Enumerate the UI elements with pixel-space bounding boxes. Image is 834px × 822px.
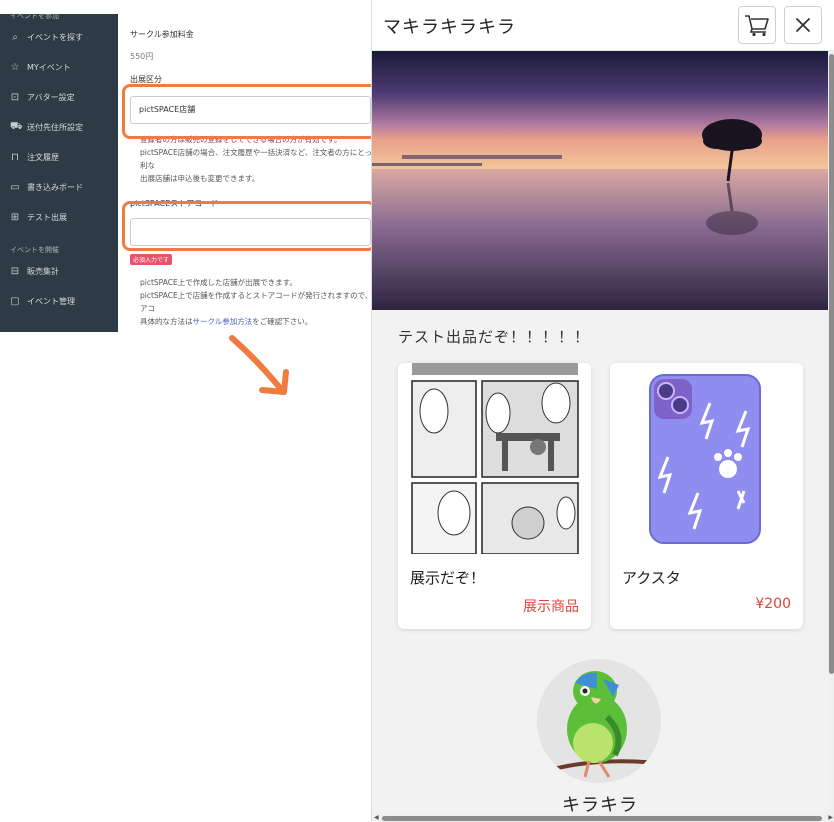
- settings-screenshot: イベントを参加 ⌕ イベントを探す ☆ MYイベント ⊡ アバター設定 ⛟ 送付…: [0, 14, 371, 332]
- sidebar-item-label: 注文履歴: [27, 152, 59, 162]
- help-line: 出展店舗は申込後も変更できます。: [140, 174, 260, 183]
- sidebar-item-sales-summary[interactable]: ⊟ 販売集計: [0, 256, 118, 286]
- exhibit-type-help: 登録者の方は販売の登録をしてできる場合の方が有効です。 pictSPACE店舗の…: [140, 133, 371, 185]
- chat-icon: ▭: [10, 181, 20, 193]
- shop-title: マキラキラキラ: [383, 17, 516, 38]
- folder-icon: ▢: [10, 295, 20, 307]
- star-icon: ☆: [10, 61, 20, 73]
- scroll-left-icon[interactable]: ◀: [374, 814, 379, 821]
- sidebar: イベントを参加 ⌕ イベントを探す ☆ MYイベント ⊡ アバター設定 ⛟ 送付…: [0, 14, 118, 332]
- sidebar-item-label: 書き込みボード: [27, 182, 83, 192]
- cart-button[interactable]: [738, 6, 776, 44]
- highlight-store-code: [122, 201, 376, 251]
- product-price: 展示商品: [523, 599, 579, 615]
- sidebar-item-avatar-settings[interactable]: ⊡ アバター設定: [0, 82, 118, 112]
- product-name: 展示だぞ！: [410, 569, 486, 587]
- sidebar-item-label: 販売集計: [27, 266, 59, 276]
- shop-header-image: [372, 51, 828, 310]
- horizontal-scrollbar[interactable]: ◀ ▶: [372, 814, 834, 822]
- avatar: [537, 659, 661, 783]
- help-line: pictSPACE上で作成した店舗が出展できます。: [140, 278, 297, 287]
- sidebar-item-label: 送付先住所設定: [27, 122, 83, 132]
- lock-icon: ⊡: [10, 91, 20, 103]
- product-card[interactable]: 展示だぞ！ 展示商品: [398, 363, 591, 629]
- help-text: をご確認下さい。: [252, 317, 313, 326]
- help-line: 具体的な方法はサークル参加方法をご確認下さい。: [140, 315, 371, 328]
- shop-popup: マキラキラキラ テスト出品だぞ！！！！！ 展示だぞ！ 展示商品 アクスタ ¥20…: [371, 0, 834, 822]
- sidebar-item-test-exhibit[interactable]: ⊞ テスト出展: [0, 202, 118, 232]
- sidebar-item-order-history[interactable]: ⊓ 注文履歴: [0, 142, 118, 172]
- sidebar-item-label: イベントを探す: [27, 32, 83, 42]
- product-image-phonecase: [610, 363, 803, 554]
- search-icon: ⌕: [12, 31, 18, 43]
- fee-value: 550円: [130, 52, 154, 61]
- truck-icon: ⛟: [10, 120, 23, 132]
- section-title: テスト出品だぞ！！！！！: [398, 328, 591, 346]
- scrollbar-thumb[interactable]: [829, 54, 834, 674]
- sidebar-item-label: アバター設定: [27, 92, 75, 102]
- vertical-scrollbar[interactable]: [828, 51, 834, 822]
- store-icon: ⊞: [10, 211, 20, 223]
- bag-icon: ⊓: [11, 151, 19, 163]
- cart-icon: [745, 15, 769, 37]
- circle-join-link[interactable]: サークル参加方法: [193, 317, 253, 326]
- close-icon: [796, 18, 810, 32]
- help-text: 具体的な方法は: [140, 317, 193, 326]
- arrow-annotation: [229, 335, 289, 395]
- sidebar-item-message-board[interactable]: ▭ 書き込みボード: [0, 172, 118, 202]
- shop-header: マキラキラキラ: [372, 0, 834, 51]
- sidebar-item-label: テスト出展: [27, 212, 67, 222]
- close-button[interactable]: [784, 6, 822, 44]
- circle-form: サークル参加料金 550円 出展区分 pictSPACE店舗 登録者の方は販売の…: [118, 14, 371, 332]
- scrollbar-thumb[interactable]: [382, 816, 822, 821]
- chart-icon: ⊟: [10, 265, 20, 277]
- help-line: pictSPACE店舗の場合、注文履歴や一括決済など、注文者の方にとって便利な: [140, 148, 371, 170]
- sidebar-item-search-events[interactable]: ⌕ イベントを探す: [0, 22, 118, 52]
- fee-label: サークル参加料金: [130, 30, 194, 39]
- sidebar-section-participation: イベントを参加: [10, 14, 59, 20]
- sidebar-item-my-events[interactable]: ☆ MYイベント: [0, 52, 118, 82]
- sidebar-item-label: イベント管理: [27, 296, 75, 306]
- help-line: pictSPACE上で店舗を作成するとストアコードが発行されますので、ストアコ: [140, 291, 371, 313]
- product-image-manga: [398, 363, 591, 554]
- sidebar-item-event-management[interactable]: ▢ イベント管理: [0, 286, 118, 316]
- sidebar-section-host: イベントを開催: [10, 246, 59, 254]
- store-code-help: pictSPACE上で作成した店舗が出展できます。 pictSPACE上で店舗を…: [140, 276, 371, 328]
- sidebar-item-shipping-address[interactable]: ⛟ 送付先住所設定: [0, 112, 118, 142]
- sidebar-item-label: MYイベント: [27, 62, 71, 72]
- product-name: アクスタ: [622, 569, 681, 587]
- scroll-right-icon[interactable]: ▶: [828, 814, 833, 821]
- product-card[interactable]: アクスタ ¥200: [610, 363, 803, 629]
- product-price: ¥200: [755, 596, 791, 612]
- required-badge: 必須入力です: [130, 254, 173, 265]
- highlight-exhibit-type: [122, 84, 378, 139]
